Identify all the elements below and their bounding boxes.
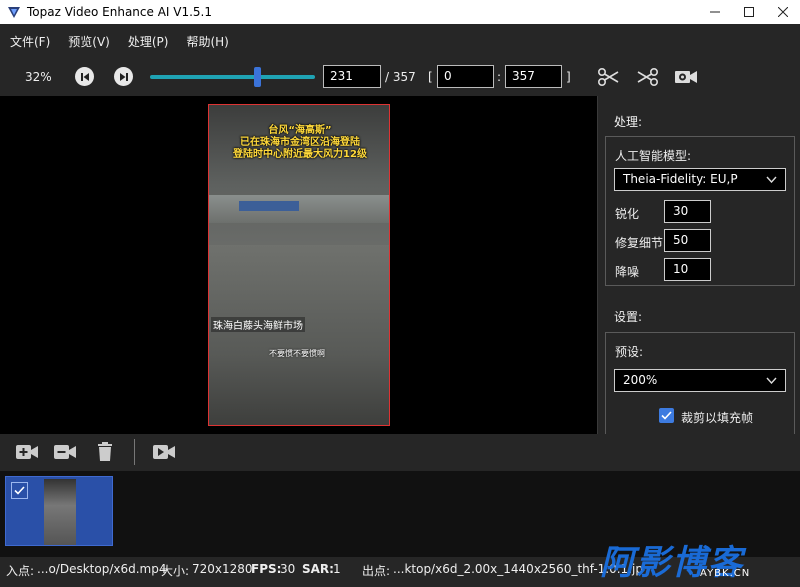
denoise-input[interactable]: 10 [664,258,711,281]
out-point-label: 出点: [362,564,391,578]
minimize-button[interactable] [698,0,732,24]
size-value: 720x1280 [192,562,253,576]
skip-forward-icon [119,72,128,81]
overlay-title-line-1: 台风“海高斯” [268,125,332,136]
timeline-slider[interactable] [150,75,315,79]
model-select-value: Theia-Fidelity: EU,P [623,172,738,186]
model-label: 人工智能模型: [615,149,692,163]
settings-section-title: 设置: [614,310,643,324]
queue-toolbar [0,434,800,471]
skip-back-icon [80,72,89,81]
zoom-level[interactable]: 32% [25,70,52,84]
title-bar: Topaz Video Enhance AI V1.5.1 [0,0,800,24]
checkmark-icon [14,486,25,495]
fps-label: FPS: [251,562,282,576]
toolbar-separator [134,439,135,465]
video-preview[interactable]: 台风“海高斯” 已在珠海市金湾区沿海登陆 登陆时中心附近最大风力12级 珠海白藤… [0,96,597,434]
playback-toolbar: 32% 231 / 357 [ 0 : 357 ] [0,58,800,96]
range-close-bracket: ] [566,70,571,84]
sharpen-input[interactable]: 30 [664,200,711,223]
sharpen-label: 锐化 [615,207,640,221]
checkmark-icon [661,411,672,420]
next-frame-button[interactable] [114,67,133,86]
chevron-down-icon [766,176,777,183]
range-separator: : [497,70,502,84]
in-point-label: 入点: [6,564,35,578]
size-label: 大小: [161,564,190,578]
detail-input[interactable]: 50 [664,229,711,252]
frame-water [209,245,389,425]
frame-sign [239,201,299,211]
processing-section-title: 处理: [614,115,643,129]
preview-camera-icon[interactable] [674,66,698,88]
queue-item-checkbox[interactable] [11,482,28,499]
window-title: Topaz Video Enhance AI V1.5.1 [27,5,213,19]
remove-video-icon[interactable] [53,442,77,462]
minimize-icon [710,11,720,13]
preset-select[interactable]: 200% [614,369,786,392]
model-select[interactable]: Theia-Fidelity: EU,P [614,168,786,191]
preset-label: 预设: [615,345,644,359]
preset-select-value: 200% [623,373,658,387]
add-video-icon[interactable] [15,442,39,462]
queue-item-thumbnail[interactable] [5,476,113,546]
menu-bar: 文件(F) 预览(V) 处理(P) 帮助(H) [0,24,800,58]
processing-group: 人工智能模型: Theia-Fidelity: EU,P 锐化 30 修复细节 … [605,136,795,286]
menu-file[interactable]: 文件(F) [10,33,50,50]
thumbnail-image [44,479,76,545]
video-subtitle: 不要惯不要惯啊 [269,349,325,358]
video-frame: 台风“海高斯” 已在珠海市金湾区沿海登陆 登陆时中心附近最大风力12级 珠海白藤… [208,104,390,426]
overlay-title-line-2: 已在珠海市金湾区沿海登陆 [240,137,360,148]
location-caption: 珠海白藤头海鲜市场 [211,317,305,332]
sar-label: SAR: [302,562,334,576]
maximize-icon [744,7,754,17]
crop-label[interactable]: 裁剪以填充帧 [681,409,753,426]
maximize-button[interactable] [732,0,766,24]
app-logo-icon [8,7,20,18]
current-frame-input[interactable]: 231 [323,65,381,88]
watermark-sub: AYBK.CN [700,568,751,579]
settings-group: 预设: 200% 裁剪以填充帧 [605,332,795,434]
menu-process[interactable]: 处理(P) [128,33,169,50]
overlay-title-line-3: 登陆时中心附近最大风力12级 [233,149,367,160]
cut-end-icon[interactable] [635,66,659,88]
range-open-bracket: [ [428,70,433,84]
sar-value: 1 [333,562,341,576]
timeline-slider-handle[interactable] [253,67,261,87]
in-point-path: ...o/Desktop/x6d.mp4 [37,562,167,576]
previous-frame-button[interactable] [75,67,94,86]
trash-icon[interactable] [93,442,117,462]
close-icon [778,7,788,17]
denoise-label: 降噪 [615,265,640,279]
crop-checkbox[interactable] [659,408,674,423]
menu-preview[interactable]: 预览(V) [68,33,110,50]
cut-start-icon[interactable] [597,66,621,88]
frame-building [209,195,389,223]
settings-panel: 处理: 人工智能模型: Theia-Fidelity: EU,P 锐化 30 修… [597,96,800,434]
close-button[interactable] [766,0,800,24]
chevron-down-icon [766,377,777,384]
range-end-input[interactable]: 357 [505,65,562,88]
process-video-icon[interactable] [152,442,176,462]
range-start-input[interactable]: 0 [437,65,494,88]
fps-value: 30 [280,562,296,576]
total-frames-label: / 357 [385,70,416,84]
detail-label: 修复细节 [615,236,664,250]
menu-help[interactable]: 帮助(H) [186,33,228,50]
